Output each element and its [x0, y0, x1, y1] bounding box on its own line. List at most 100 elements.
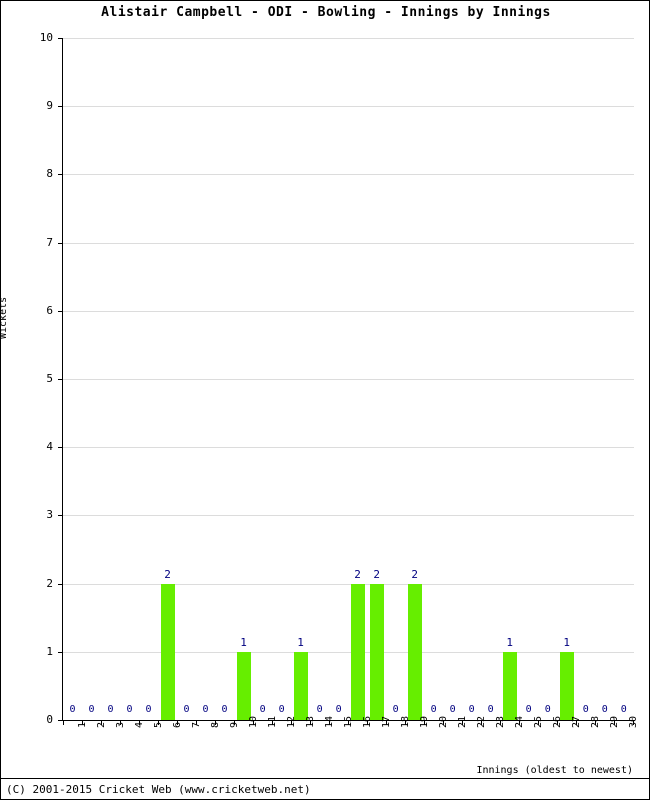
y-tick-mark [58, 447, 63, 449]
y-tick-label: 6 [46, 303, 53, 317]
x-tick-label: 1 [76, 721, 88, 728]
x-tick-label: 12 [285, 715, 297, 728]
bar-value-label: 2 [411, 567, 418, 581]
x-axis-label: Innings (oldest to newest) [476, 765, 633, 776]
page-title: Alistair Campbell - ODI - Bowling - Inni… [101, 5, 551, 20]
x-tick-label: 22 [475, 715, 487, 728]
bar-value-label: 0 [126, 704, 133, 715]
x-tick-label: 13 [304, 715, 316, 728]
y-axis-label: Wickets [0, 296, 9, 339]
x-tick-label: 25 [532, 715, 544, 728]
bar-value-label: 0 [107, 704, 114, 715]
x-tick-label: 30 [627, 715, 639, 728]
bar-value-label: 1 [240, 635, 247, 649]
y-tick-mark [58, 38, 63, 39]
y-tick-mark [58, 651, 63, 653]
bar-value-label: 0 [202, 704, 209, 715]
x-tick-label: 23 [494, 715, 506, 728]
x-tick-label: 7 [190, 721, 202, 728]
gridline [63, 583, 634, 585]
bar [160, 583, 175, 720]
x-tick-label: 9 [228, 721, 240, 728]
bar [236, 651, 251, 720]
x-tick-label: 18 [399, 715, 411, 728]
bar [350, 583, 365, 720]
footer-copyright: (C) 2001-2015 Cricket Web (www.cricketwe… [6, 783, 311, 796]
x-tick-label: 8 [209, 721, 221, 728]
x-tick-label: 16 [361, 715, 373, 728]
x-tick-label: 15 [342, 715, 354, 728]
y-tick-mark [58, 310, 63, 312]
y-tick-mark [58, 515, 63, 517]
y-tick-label: 10 [39, 31, 53, 44]
y-tick-label: 7 [46, 235, 53, 249]
bar-value-label: 0 [468, 704, 475, 715]
bar-value-label: 0 [544, 704, 551, 715]
x-tick-label: 4 [133, 721, 145, 728]
y-tick-mark [58, 106, 63, 108]
bar-value-label: 0 [259, 704, 266, 715]
x-tick-label: 6 [171, 721, 183, 728]
y-tick-label: 2 [46, 576, 53, 590]
bar-value-label: 2 [373, 567, 380, 581]
bar-value-label: 0 [487, 704, 494, 715]
bar-value-label: 1 [506, 635, 513, 649]
gridline [63, 379, 634, 380]
gridline [63, 106, 634, 108]
bar-value-label: 2 [354, 567, 361, 581]
footer-divider [1, 778, 649, 779]
bar [293, 651, 308, 720]
x-tick-label: 21 [456, 715, 468, 728]
y-tick-label: 1 [46, 644, 53, 658]
bar-value-label: 0 [183, 704, 190, 715]
bar [559, 651, 574, 720]
bar-value-label: 0 [221, 704, 228, 715]
x-tick-label: 11 [266, 715, 278, 728]
x-tick-label: 5 [152, 721, 164, 728]
gridline [63, 242, 634, 244]
bar-value-label: 0 [335, 704, 342, 715]
bar-value-label: 0 [88, 704, 95, 715]
bar-value-label: 0 [392, 704, 399, 715]
gridline [63, 38, 634, 39]
gridline [63, 174, 634, 176]
bar [369, 583, 384, 720]
y-tick-mark [58, 174, 63, 176]
bar-value-label: 0 [430, 704, 437, 715]
bar-value-label: 0 [620, 704, 627, 715]
gridline [63, 447, 634, 449]
y-tick-mark [58, 242, 63, 244]
bar-value-label: 1 [563, 635, 571, 649]
x-tick-label: 27 [570, 715, 582, 728]
x-tick-label: 29 [608, 715, 620, 728]
bar [502, 651, 517, 720]
bar-value-label: 0 [525, 704, 532, 715]
y-tick-mark [58, 379, 63, 380]
y-tick-label: 9 [46, 99, 53, 113]
bar-value-label: 0 [449, 704, 456, 715]
x-tick-mark [63, 720, 64, 725]
gridline [63, 310, 634, 312]
bar-value-label: 0 [69, 704, 76, 715]
gridline [63, 515, 634, 517]
bar [407, 583, 422, 720]
x-tick-label: 20 [437, 715, 449, 728]
y-tick-label: 0 [46, 713, 53, 726]
bar-value-label: 0 [601, 704, 608, 715]
x-tick-label: 17 [380, 715, 392, 728]
bar-value-label: 1 [297, 635, 304, 649]
x-tick-label: 3 [114, 721, 126, 728]
bar-value-label: 0 [316, 704, 323, 715]
x-tick-label: 2 [95, 721, 107, 728]
bar-value-label: 2 [164, 567, 171, 581]
x-tick-label: 26 [551, 715, 563, 728]
gridline [63, 651, 634, 653]
x-tick-label: 28 [589, 715, 601, 728]
chart-page: Alistair Campbell - ODI - Bowling - Inni… [0, 0, 650, 800]
x-tick-label: 19 [418, 715, 430, 728]
y-tick-label: 4 [46, 440, 53, 454]
y-tick-label: 5 [46, 372, 53, 385]
y-tick-mark [58, 583, 63, 585]
x-tick-label: 10 [247, 715, 259, 728]
x-tick-label: 14 [323, 715, 335, 728]
